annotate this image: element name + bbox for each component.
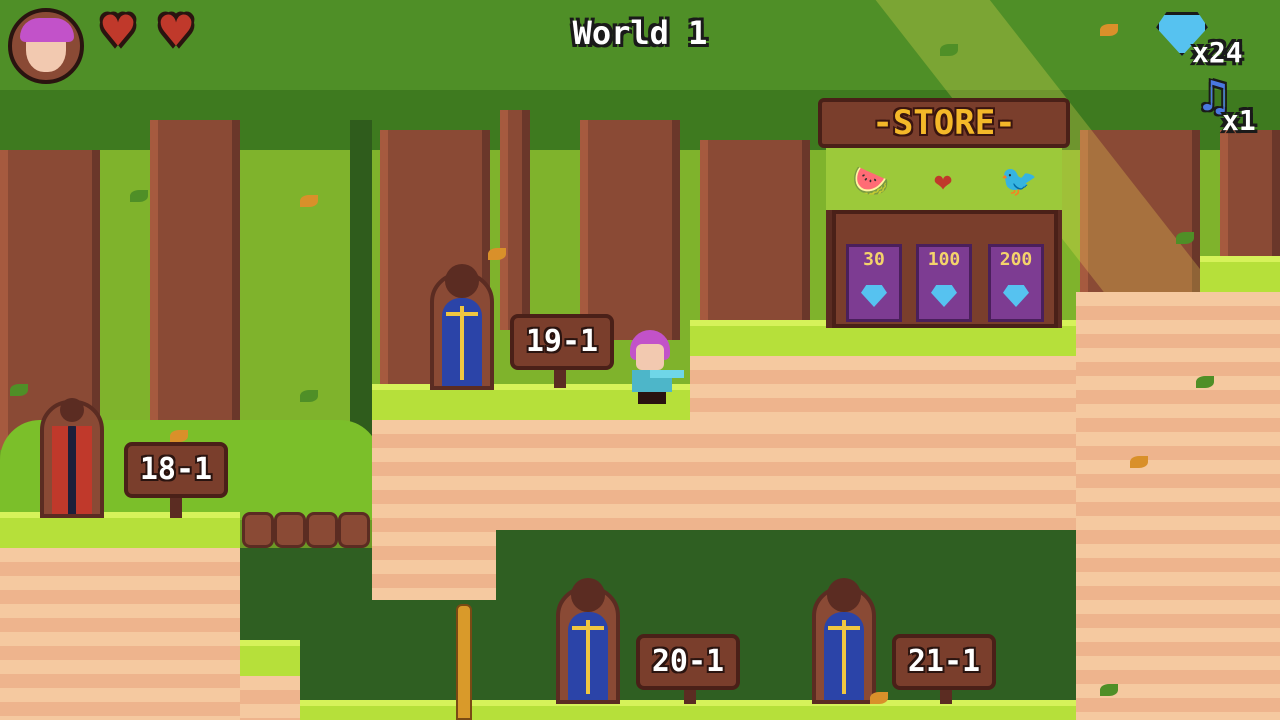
player-portrait — [8, 8, 84, 84]
level-sign-21-1[interactable]: 21-1 — [892, 634, 996, 690]
bird-companion-icon[interactable]: 🐦 — [994, 160, 1044, 204]
player-scarf — [650, 370, 684, 378]
door-knob — [60, 398, 84, 422]
store-sign[interactable]: -STORE- — [818, 98, 1070, 148]
leaf-particle — [1176, 232, 1194, 244]
tree-trunk — [700, 140, 810, 320]
wooden-pole — [456, 604, 472, 720]
door-bar — [572, 626, 604, 630]
leaf-particle — [1100, 684, 1118, 696]
price-label: 200 — [999, 249, 1033, 270]
level-sign-20-1[interactable]: 20-1 — [636, 634, 740, 690]
level-sign-19-1[interactable]: 19-1 — [510, 314, 614, 370]
door-knob — [571, 578, 605, 612]
player-legs — [638, 392, 666, 404]
gem-counter: x24 — [1192, 36, 1243, 69]
log-bridge — [242, 512, 274, 548]
world-title: World 1 — [572, 14, 708, 52]
door-bar — [586, 620, 590, 694]
door-bar — [446, 312, 478, 316]
sign-post — [940, 690, 952, 704]
tree-trunk — [580, 120, 680, 340]
dirt-cliff — [1076, 292, 1280, 720]
heart-potion-icon[interactable]: ❤ — [918, 160, 968, 204]
leaf-particle — [1130, 456, 1148, 468]
curtain — [76, 426, 92, 514]
game-world-map: 🍉 ❤ 🐦 30 100 200 -STORE- 18-1 19-1 20-1 — [0, 0, 1280, 720]
log-bridge — [338, 512, 370, 548]
log-bridge — [306, 512, 338, 548]
price-card[interactable]: 200 — [988, 244, 1044, 322]
level-door-18-1[interactable] — [40, 398, 104, 518]
grass-ledge — [240, 640, 300, 676]
log-bridge — [274, 512, 306, 548]
player-character — [620, 330, 684, 404]
gem-icon — [931, 285, 957, 307]
leaf-particle — [130, 190, 148, 202]
door-knob — [445, 264, 479, 298]
sign-post — [170, 498, 182, 518]
leaf-particle — [940, 44, 958, 56]
level-door-21-1[interactable] — [812, 578, 876, 704]
leaf-particle — [170, 430, 188, 442]
dirt-ground — [240, 676, 300, 720]
dirt-ground — [496, 420, 1076, 530]
tree-trunk-shadow — [350, 120, 372, 460]
leaf-particle — [300, 195, 318, 207]
level-sign-18-1[interactable]: 18-1 — [124, 442, 228, 498]
leaf-particle — [1100, 24, 1118, 36]
heart-icon: ♥ — [160, 2, 192, 62]
dirt-ground — [0, 548, 240, 720]
curtain — [52, 426, 68, 514]
dirt-ground — [372, 420, 496, 600]
tree-trunk — [150, 120, 240, 450]
level-door-20-1[interactable] — [556, 578, 620, 704]
door-bar — [842, 620, 846, 694]
price-label: 30 — [863, 249, 885, 270]
sign-post — [684, 690, 696, 704]
price-label: 100 — [927, 249, 961, 270]
grass-platform — [1200, 256, 1280, 292]
level-door-19-1[interactable] — [430, 264, 494, 390]
grass-platform — [0, 512, 240, 548]
watermelon-icon[interactable]: 🍉 — [846, 160, 896, 204]
sign-post — [554, 370, 566, 388]
door-bar — [460, 306, 464, 380]
leaf-particle — [10, 384, 28, 396]
cave-background — [496, 530, 1076, 570]
gem-icon — [861, 285, 887, 307]
player-face — [636, 344, 664, 370]
note-counter: x1 — [1222, 104, 1256, 137]
portrait-hair — [20, 18, 74, 42]
price-card[interactable]: 100 — [916, 244, 972, 322]
heart-icon: ♥ — [102, 2, 134, 62]
leaf-particle — [488, 248, 506, 260]
tree-trunk — [500, 110, 530, 330]
leaf-particle — [1196, 376, 1214, 388]
door-bar — [828, 626, 860, 630]
gem-icon — [1003, 285, 1029, 307]
door-knob — [827, 578, 861, 612]
leaf-particle — [300, 390, 318, 402]
leaf-particle — [870, 692, 888, 704]
price-card[interactable]: 30 — [846, 244, 902, 322]
